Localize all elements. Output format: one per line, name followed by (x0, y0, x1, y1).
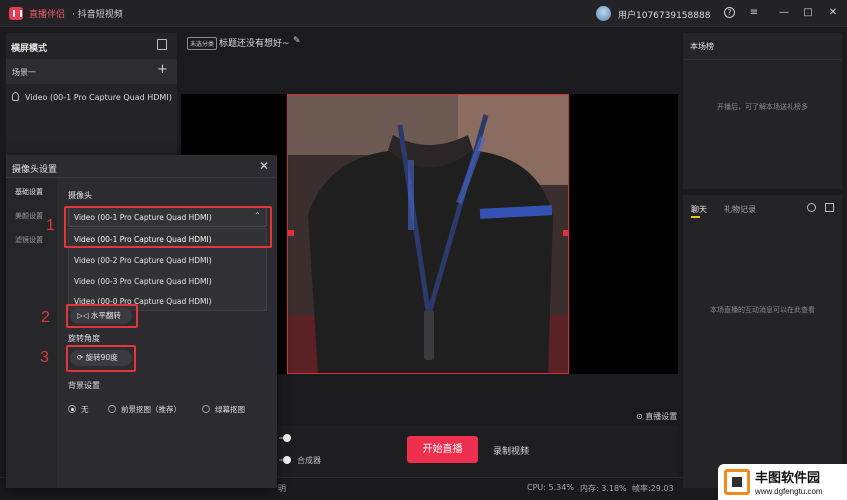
annotation-box-2 (66, 304, 138, 328)
source-name: Video (00-1 Pro Capture Quad HDMI) (25, 93, 172, 102)
camera-image (288, 95, 568, 373)
nav-filter-settings[interactable]: 滤镜设置 (15, 235, 43, 245)
bg-option-label: 无 (81, 405, 89, 414)
annotation-number-1: 1 (46, 217, 55, 234)
dialog-title: 摄像头设置 (12, 165, 58, 175)
maximize-button[interactable]: □ (801, 6, 815, 20)
memory-usage: 内存: 3.18% (580, 484, 627, 493)
rank-panel: 本场榜 开播后，可了解本场送礼榜多 (683, 33, 842, 189)
nav-basic-settings[interactable]: 基础设置 (15, 187, 43, 197)
avatar[interactable] (596, 6, 611, 21)
app-name: 直播伴侣 (29, 10, 66, 20)
app-subtitle: · 抖音短视频 (72, 10, 123, 20)
tab-scene-1[interactable]: 场景一 (12, 67, 36, 78)
site-watermark: 丰图软件园 www.dgfengtu.com (718, 464, 847, 500)
settings-icon[interactable] (807, 203, 816, 212)
stream-title[interactable]: 标题还没有想好~ (219, 36, 290, 49)
bg-option-greenscreen[interactable]: 绿幕抠图 (202, 404, 245, 415)
title-bar: 直播伴侣 · 抖音短视频 用户1076739158888 ? ≡ — □ ✕ (0, 0, 847, 27)
camera-option-2[interactable]: Video (00-2 Pro Capture Quad HDMI) (74, 256, 212, 265)
menu-icon[interactable]: ≡ (747, 6, 761, 20)
chat-panel: 聊天 礼物记录 本场直播的互动消息可以在此查看 (683, 195, 842, 488)
minimize-button[interactable]: — (777, 6, 791, 20)
dialog-header: 摄像头设置 ✕ (6, 155, 277, 178)
camera-preview[interactable] (287, 94, 569, 374)
mixer-label[interactable]: 合成器 (297, 455, 321, 466)
radio-icon (108, 405, 116, 413)
annotation-box-1 (64, 206, 272, 248)
add-scene-button[interactable]: + (157, 62, 168, 77)
bg-option-label: 绿幕抠图 (215, 405, 245, 414)
watermark-name: 丰图软件园 (755, 470, 821, 485)
resize-handle-right[interactable] (563, 230, 569, 236)
edit-icon[interactable]: ✎ (293, 36, 301, 46)
camera-section-label: 摄像头 (68, 191, 92, 200)
status-text: 明 (278, 484, 286, 493)
save-layout-icon[interactable] (157, 39, 167, 50)
cpu-usage: CPU: 5.34% (527, 483, 574, 492)
rank-title: 本场榜 (690, 42, 714, 51)
scene-tab-bar: 场景一 + (6, 59, 177, 84)
bg-option-label: 前景抠图（推荐） (121, 405, 181, 414)
frame-rate: 帧率:29.03 (632, 484, 674, 493)
bg-option-foreground[interactable]: 前景抠图（推荐） (108, 404, 181, 415)
annotation-box-3 (66, 345, 136, 372)
radio-selected-icon (68, 405, 76, 413)
record-video-button[interactable]: 录制视频 (493, 444, 529, 457)
close-button[interactable]: ✕ (826, 6, 840, 20)
background-label: 背景设置 (68, 381, 100, 390)
source-item[interactable]: Video (00-1 Pro Capture Quad HDMI) (12, 92, 172, 102)
active-tab-indicator (691, 216, 700, 218)
annotation-number-2: 2 (41, 309, 50, 326)
scene-panel: 横屏模式 场景一 + Video (00-1 Pro Capture Quad … (6, 33, 177, 155)
app-logo-icon (9, 7, 23, 20)
category-tag[interactable]: 未选分类 (187, 37, 218, 50)
mode-title: 横屏模式 (11, 44, 48, 54)
watermark-url: www.dgfengtu.com (755, 487, 823, 496)
help-icon[interactable]: ? (724, 7, 735, 18)
resize-handle-left[interactable] (288, 230, 294, 236)
radio-icon (202, 405, 210, 413)
mic-slider-thumb[interactable] (283, 456, 291, 464)
tab-chat[interactable]: 聊天 (691, 204, 707, 215)
nav-beauty-settings[interactable]: 美颜设置 (15, 211, 43, 221)
rank-empty-text: 开播后，可了解本场送礼榜多 (717, 103, 808, 111)
dialog-close-icon[interactable]: ✕ (259, 159, 269, 173)
start-live-button[interactable]: 开始直播 (407, 436, 478, 463)
camera-option-3[interactable]: Video (00-3 Pro Capture Quad HDMI) (74, 277, 212, 286)
watermark-logo-icon (724, 469, 750, 495)
divider (683, 59, 842, 60)
username[interactable]: 用户1076739158888 (618, 8, 710, 21)
annotation-number-3: 3 (40, 349, 49, 366)
live-settings-button[interactable]: ⊙ 直播设置 (636, 411, 677, 422)
tab-gift-record[interactable]: 礼物记录 (724, 204, 756, 215)
chat-empty-text: 本场直播的互动消息可以在此查看 (710, 306, 815, 314)
bg-option-none[interactable]: 无 (68, 404, 89, 415)
rotation-label: 旋转角度 (68, 334, 100, 343)
popout-icon[interactable] (825, 203, 834, 212)
volume-slider-thumb[interactable] (283, 434, 291, 442)
camera-source-icon (12, 92, 19, 101)
